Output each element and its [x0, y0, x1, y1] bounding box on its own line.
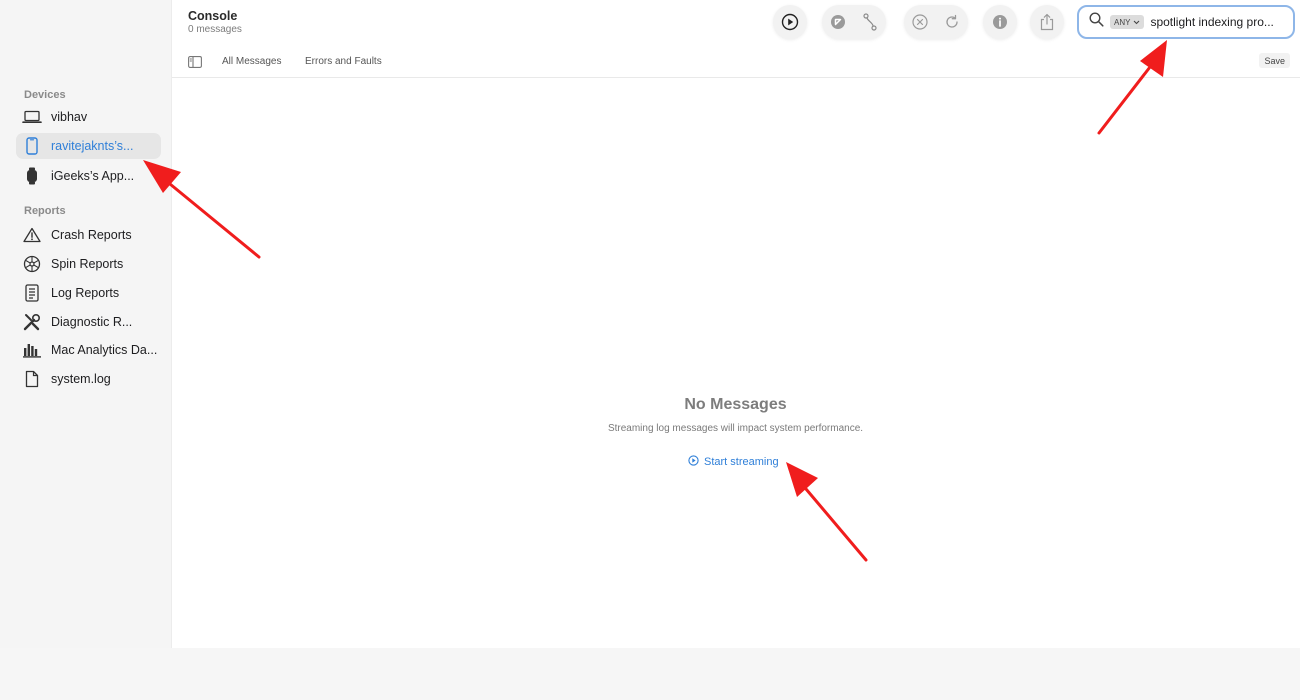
sidebar-item-diagnostic-reports[interactable]: Diagnostic R...	[16, 309, 161, 335]
start-streaming-toolbar-button[interactable]	[773, 5, 807, 39]
sidebar-item-label: vibhav	[51, 110, 88, 124]
bar-chart-icon	[22, 340, 42, 360]
info-toolbar-button[interactable]	[983, 5, 1017, 39]
empty-state-title: No Messages	[684, 396, 787, 413]
sidebar-item-spin-reports[interactable]: Spin Reports	[16, 251, 161, 277]
share-icon	[1038, 13, 1056, 31]
warning-triangle-icon	[22, 225, 42, 245]
sidebar-item-vibhav[interactable]: vibhav	[16, 104, 161, 130]
arrow-up-left-icon[interactable]	[829, 13, 847, 31]
reload-icon[interactable]	[943, 13, 961, 31]
clear-reload-toolbar-group	[904, 5, 968, 39]
sidebar: Devices vibhav ravitejaknts’s... iGeeks’…	[0, 0, 172, 648]
reports-section-title: Reports	[24, 205, 66, 217]
devices-section-title: Devices	[24, 89, 66, 101]
tab-errors-and-faults[interactable]: Errors and Faults	[305, 56, 382, 67]
document-list-icon	[22, 283, 42, 303]
message-count: 0 messages	[188, 24, 242, 35]
play-icon	[781, 13, 799, 31]
sidebar-item-log-reports[interactable]: Log Reports	[16, 280, 161, 306]
tools-icon	[22, 312, 42, 332]
sidebar-item-crash-reports[interactable]: Crash Reports	[16, 222, 161, 248]
info-icon	[991, 13, 1009, 31]
sidebar-item-mac-analytics[interactable]: Mac Analytics Da...	[16, 337, 161, 363]
search-scope-token[interactable]: ANY	[1110, 15, 1145, 29]
navigation-toolbar-group	[822, 5, 886, 39]
search-scope-label: ANY	[1114, 17, 1131, 27]
start-streaming-link[interactable]: Start streaming	[688, 453, 779, 471]
tab-all-messages[interactable]: All Messages	[222, 56, 281, 67]
sidebar-toggle-icon[interactable]	[188, 55, 202, 68]
search-query-token[interactable]: spotlight indexing pro...	[1150, 15, 1278, 29]
sidebar-item-label: Mac Analytics Da...	[51, 343, 158, 357]
sidebar-item-label: Log Reports	[51, 286, 120, 300]
filter-tab-bar: All Messages Errors and Faults Save	[172, 48, 1300, 78]
sidebar-item-label: Spin Reports	[51, 257, 124, 271]
sidebar-item-system-log[interactable]: system.log	[16, 366, 161, 392]
console-window: Devices vibhav ravitejaknts’s... iGeeks’…	[0, 0, 1300, 648]
sidebar-item-label: ravitejaknts’s...	[51, 139, 134, 153]
sidebar-item-label: system.log	[51, 372, 111, 386]
sidebar-item-label: iGeeks’s App...	[51, 169, 135, 183]
save-button[interactable]: Save	[1259, 53, 1290, 68]
search-icon	[1089, 12, 1104, 32]
share-toolbar-button[interactable]	[1030, 5, 1064, 39]
document-icon	[22, 369, 42, 389]
window-title: Console	[188, 9, 238, 23]
search-field[interactable]: ANY spotlight indexing pro...	[1077, 5, 1295, 39]
iphone-icon	[22, 136, 42, 156]
spin-wheel-icon	[22, 254, 42, 274]
empty-state-subtitle: Streaming log messages will impact syste…	[607, 423, 864, 434]
laptop-icon	[22, 107, 42, 127]
sidebar-item-label: Diagnostic R...	[51, 315, 133, 329]
start-streaming-label: Start streaming	[704, 456, 779, 468]
play-circle-icon	[688, 453, 699, 471]
chevron-down-icon	[1133, 18, 1140, 27]
watch-icon	[22, 166, 42, 186]
sidebar-item-iphone[interactable]: ravitejaknts’s...	[16, 133, 161, 159]
clear-icon[interactable]	[911, 13, 929, 31]
sidebar-item-label: Crash Reports	[51, 228, 132, 242]
path-icon[interactable]	[861, 13, 879, 31]
sidebar-item-watch[interactable]: iGeeks’s App...	[16, 163, 161, 189]
